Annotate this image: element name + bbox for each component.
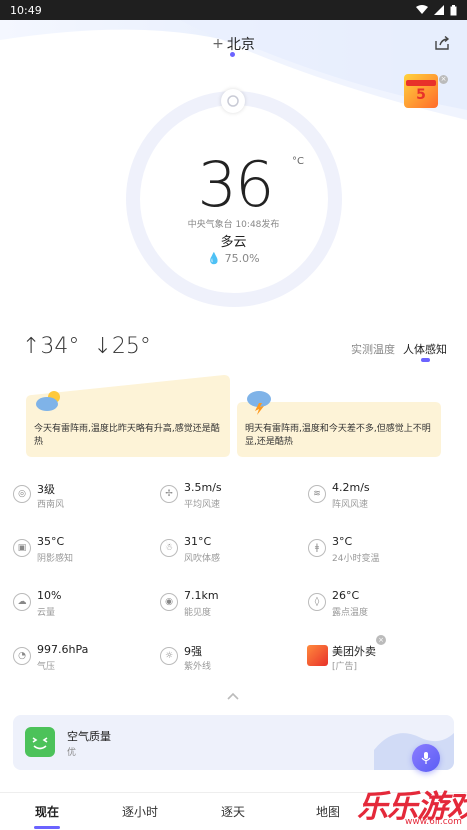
tomorrow-tip-card[interactable]: 明天有雷阵雨,温度和今天差不多,但感觉上不明显,还是酷热 — [237, 375, 441, 457]
air-quality-title: 空气质量 — [67, 730, 111, 743]
sun-indicator-icon — [221, 89, 245, 113]
promo-ad-thumbnail[interactable]: 5 — [404, 74, 438, 108]
today-tip-card[interactable]: 今天有雷阵雨,温度比昨天略有升高,感觉还是酷热 — [26, 375, 230, 457]
temperature-unit: °C — [292, 156, 304, 167]
microphone-icon — [421, 752, 431, 764]
metric-gust: ≋ 4.2m/s 阵风风速 — [308, 481, 448, 513]
droplet-icon: 💧 — [207, 252, 222, 265]
tomorrow-tip-text: 明天有雷阵雨,温度和今天差不多,但感觉上不明显,还是酷热 — [245, 424, 431, 447]
wifi-icon — [416, 5, 428, 14]
metric-pressure: ◔ 997.6hPa 气压 — [13, 643, 153, 675]
gauge-icon: ◔ — [13, 647, 31, 665]
tab-indicator — [421, 358, 430, 362]
status-bar: 10:49 — [0, 0, 467, 20]
metric-wind-chill: ☃ 31°C 风吹体感 — [160, 535, 300, 567]
signal-icon — [434, 5, 444, 15]
nav-active-indicator — [34, 826, 60, 829]
city-name[interactable]: 北京 — [227, 34, 255, 54]
metric-shade-feel: ▣ 35°C 阴影感知 — [13, 535, 153, 567]
ad-meituan[interactable]: 美团外卖 [广告] — [308, 643, 448, 675]
add-city-icon[interactable]: + — [212, 36, 224, 52]
today-tip-text: 今天有雷阵雨,温度比昨天略有升高,感觉还是酷热 — [34, 424, 220, 447]
meituan-ad-icon[interactable] — [307, 645, 328, 666]
humidity-value: 75.0% — [224, 252, 260, 265]
promo-ad-number: 5 — [416, 87, 426, 103]
eye-icon: ◉ — [160, 593, 178, 611]
humidity: 💧 75.0% — [0, 252, 467, 265]
air-quality-card[interactable]: 空气质量 优 — [13, 715, 454, 770]
watermark-url: www.6ll.com — [405, 817, 462, 827]
city-selector[interactable]: + 北京 — [0, 34, 467, 54]
share-icon[interactable] — [434, 36, 450, 50]
temperature-range: ↑34° ↓25° — [22, 334, 151, 359]
compass-icon: ◎ — [13, 485, 31, 503]
nav-map[interactable]: 地图 — [316, 803, 340, 820]
nav-daily[interactable]: 逐天 — [221, 803, 245, 820]
battery-icon — [450, 4, 457, 15]
metric-avg-wind: ✢ 3.5m/s 平均风速 — [160, 481, 300, 513]
voice-assistant-button[interactable] — [412, 744, 440, 772]
thunderstorm-icon — [247, 391, 271, 415]
publish-info: 中央气象台 10:48发布 — [187, 220, 280, 230]
gust-icon: ≋ — [308, 485, 326, 503]
close-ad-icon[interactable]: × — [439, 75, 448, 84]
weather-condition: 多云 — [220, 235, 247, 250]
tab-feel[interactable]: 人体感知 — [403, 341, 447, 357]
cloud-icon: ☁ — [13, 593, 31, 611]
chevron-up-icon[interactable] — [226, 691, 240, 701]
sun-uv-icon: ☼ — [160, 647, 178, 665]
metric-visibility: ◉ 7.1km 能见度 — [160, 589, 300, 621]
metric-wind-level: ◎ 3级 西南风 — [13, 481, 153, 513]
metric-uv: ☼ 9强 紫外线 — [160, 643, 300, 675]
wind-chill-icon: ☃ — [160, 539, 178, 557]
current-temperature: 36 — [197, 148, 275, 221]
low-temp: ↓25° — [93, 334, 151, 359]
close-ad-icon[interactable]: × — [376, 635, 386, 645]
metric-24h-change: ǂ 3°C 24小时变温 — [308, 535, 448, 567]
thermometer-icon: ǂ — [308, 539, 326, 557]
dew-icon: ◊ — [308, 593, 326, 611]
watermark: 乐乐游戏 www.6ll.com — [357, 781, 467, 830]
page-indicator-dot — [230, 52, 235, 57]
air-quality-level: 优 — [67, 748, 77, 758]
partly-cloudy-icon — [36, 391, 60, 411]
high-temp: ↑34° — [22, 334, 80, 359]
smile-face-icon — [25, 727, 55, 757]
metric-cloud-cover: ☁ 10% 云量 — [13, 589, 153, 621]
metric-dew-point: ◊ 26°C 露点温度 — [308, 589, 448, 621]
nav-now[interactable]: 现在 — [35, 803, 59, 820]
status-time: 10:49 — [10, 3, 42, 17]
shade-icon: ▣ — [13, 539, 31, 557]
tab-measured[interactable]: 实测温度 — [351, 341, 395, 357]
wind-turbine-icon: ✢ — [160, 485, 178, 503]
nav-hourly[interactable]: 逐小时 — [122, 803, 158, 820]
temperature-mode-tabs: 实测温度 人体感知 — [351, 341, 447, 357]
